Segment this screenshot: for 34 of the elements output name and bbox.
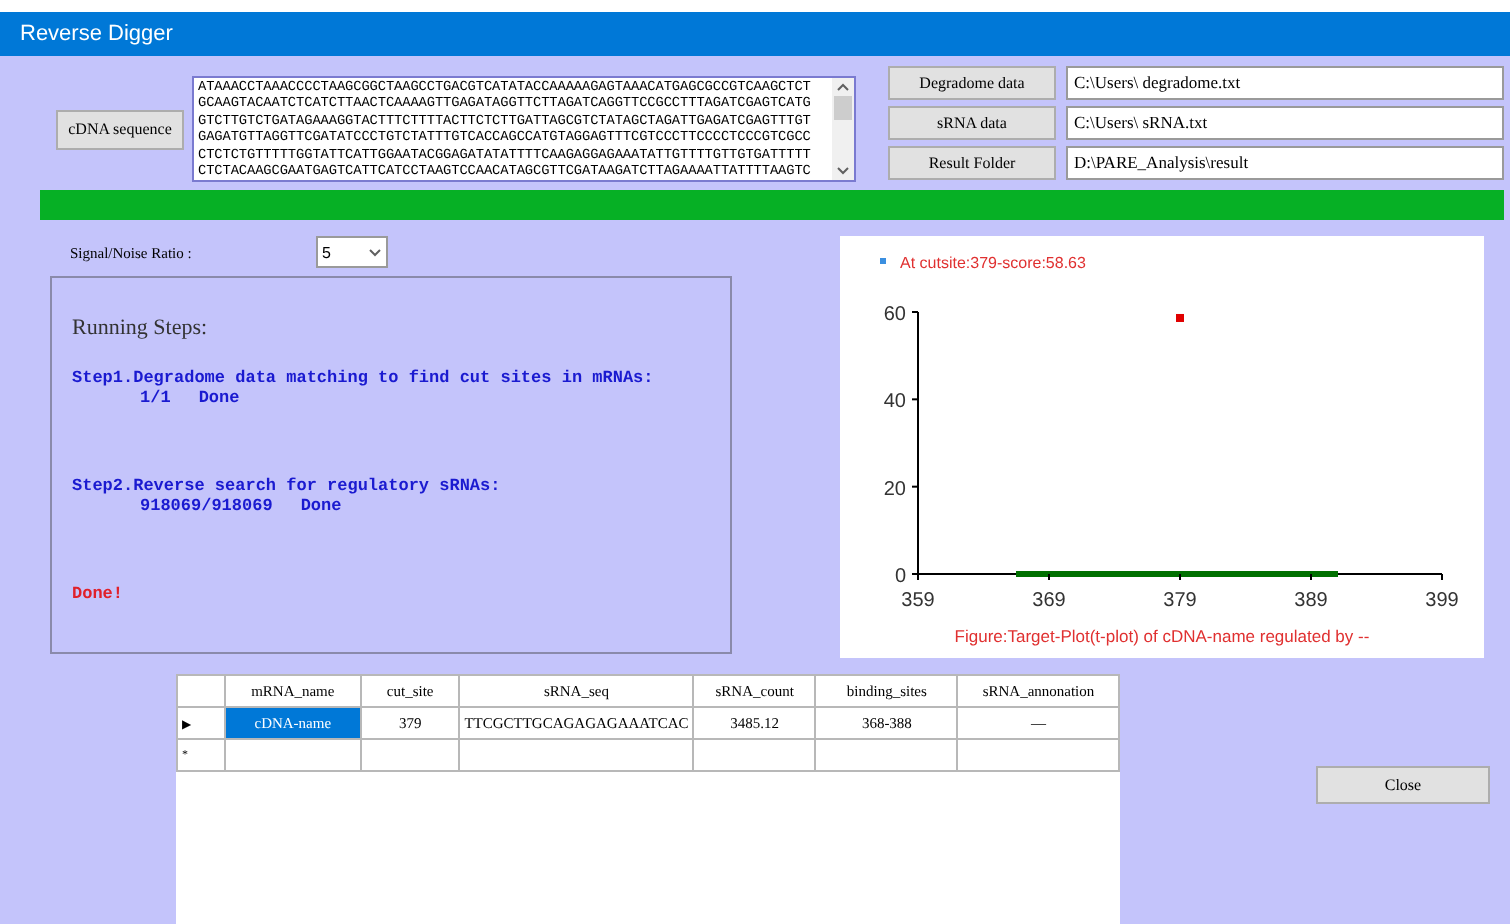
step-title: Step1.Degradome data matching to find cut sites in mRNAs:: [72, 368, 656, 388]
x-tick-label: 389: [1294, 590, 1328, 612]
file-button[interactable]: Result Folder: [888, 145, 1056, 179]
scrollbar-thumb[interactable]: [834, 96, 852, 120]
x-tick-label: 369: [1032, 590, 1066, 612]
log-heading: Running Steps:: [72, 316, 210, 340]
path-field[interactable]: C:\Users\ degradome.txt: [1066, 65, 1504, 99]
x-tick-label: 359: [901, 590, 935, 612]
step-status: Done: [198, 388, 240, 408]
window-title: Reverse Digger: [0, 12, 1510, 56]
path-field[interactable]: C:\Users\ sRNA.txt: [1066, 105, 1504, 139]
done-message: Done!: [72, 584, 126, 604]
chart-caption: Figure:Target-Plot(t-plot) of cDNA-name regulated by --: [954, 626, 1370, 646]
cdna-sequence-button[interactable]: cDNA sequence: [56, 109, 184, 149]
file-button[interactable]: Degradome data: [888, 65, 1056, 99]
legend-marker-icon: [880, 258, 886, 264]
step-title: Step2.Reverse search for regulatory sRNAs:: [72, 476, 503, 496]
x-tick-label: 379: [1163, 590, 1197, 612]
step-count: 1/1: [140, 388, 171, 408]
step-count: 918069/918069: [140, 496, 273, 516]
path-field[interactable]: D:\PARE_Analysis\result: [1066, 145, 1504, 179]
dropdown-caret-icon: [368, 247, 382, 257]
step-status: Done: [300, 496, 342, 516]
scroll-up-icon[interactable]: [836, 82, 850, 92]
y-tick-label: 40: [883, 391, 906, 414]
y-tick-label: 0: [894, 566, 906, 588]
ratio-dropdown[interactable]: 5: [316, 236, 388, 268]
close-button[interactable]: Close: [1316, 766, 1490, 804]
y-tick-label: 60: [883, 304, 906, 326]
x-tick-label: 399: [1425, 590, 1459, 612]
scroll-down-icon[interactable]: [836, 166, 850, 176]
file-button[interactable]: sRNA data: [888, 105, 1056, 139]
legend-label: At cutsite:379-score:58.63: [900, 254, 1086, 272]
y-tick-label: 20: [883, 478, 906, 501]
